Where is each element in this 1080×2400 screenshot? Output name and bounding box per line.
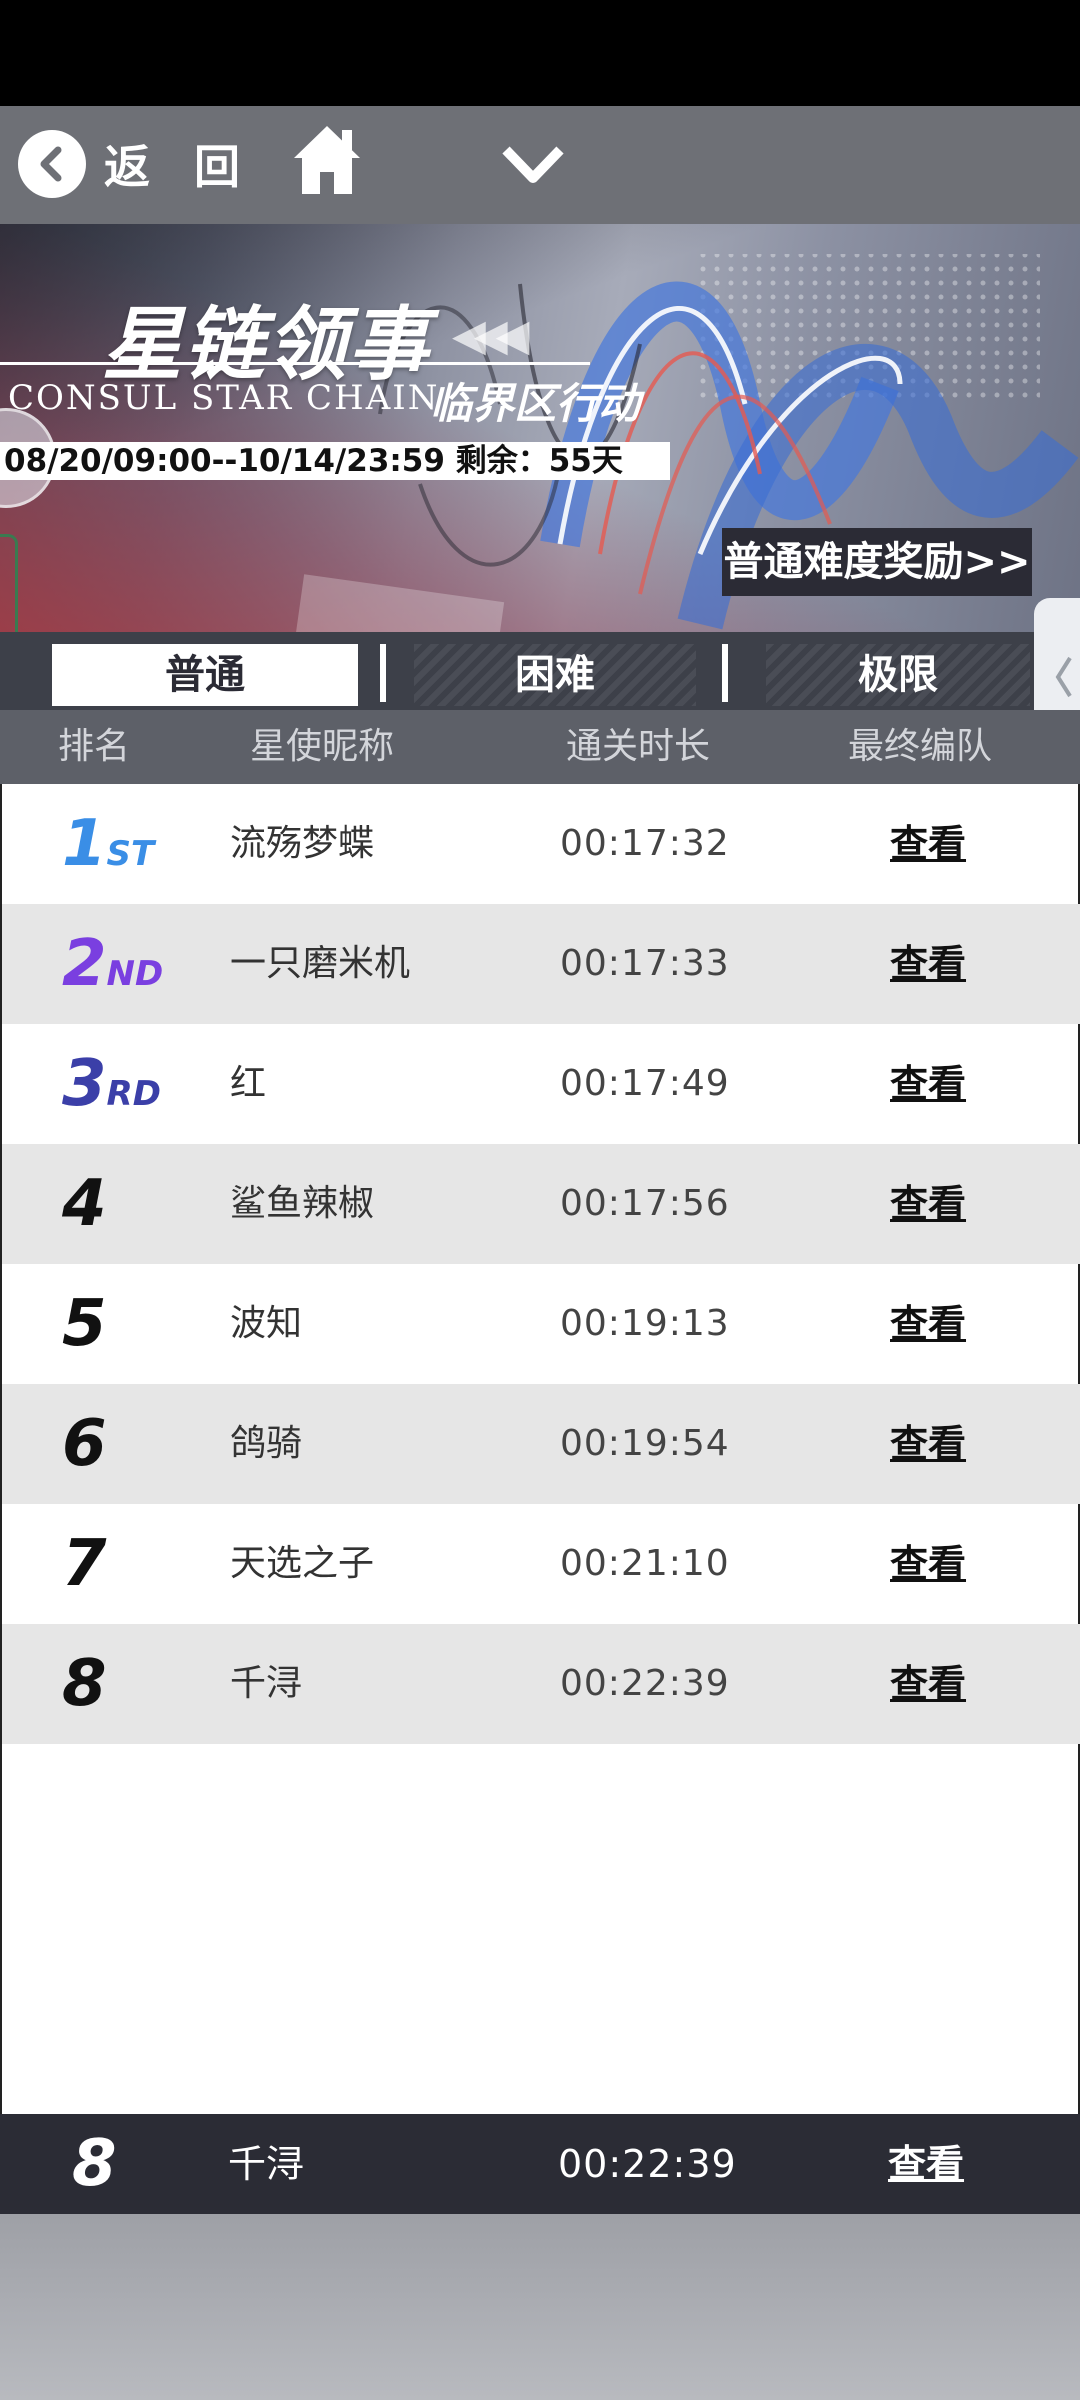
top-navigation-bar: 返 回 [0,106,1080,224]
event-period: 08/20/09:00--10/14/23:59 剩余：55天 [0,442,670,480]
player-nickname: 流殇梦蝶 [230,823,375,864]
chevron-left-icon [1055,656,1072,698]
player-nickname: 一只磨米机 [230,943,411,984]
rank-label: 6 [62,1407,107,1481]
tab-divider [722,644,728,702]
view-team-button[interactable]: 查看 [890,1384,966,1504]
table-row: 8 千浔 00:22:39 查看 [2,1624,1080,1744]
clear-time: 00:19:13 [560,1303,730,1344]
table-row: 5 波知 00:19:13 查看 [2,1264,1080,1384]
view-team-button[interactable]: 查看 [890,904,966,1024]
leaderboard-list[interactable]: 1 ST 流殇梦蝶 00:17:32 查看 2 ND 一只磨米机 00:17:33 查看 3 RD 红 0… [0,784,1080,2114]
view-team-button[interactable]: 查看 [890,1144,966,1264]
player-nickname: 波知 [230,1303,303,1344]
view-team-button[interactable]: 查看 [890,1624,966,1744]
player-nickname: 天选之子 [230,1543,375,1584]
column-rank: 排名 [58,726,131,767]
clear-time: 00:17:56 [560,1183,730,1224]
table-row: 3 RD 红 00:17:49 查看 [2,1024,1080,1144]
chevron-down-icon [502,146,564,183]
tab-limit[interactable]: 极限 [766,644,1030,706]
my-nickname: 千浔 [228,2142,305,2186]
tab-divider [380,644,386,702]
view-team-button[interactable]: 查看 [890,784,966,904]
normal-reward-button[interactable]: 普通难度奖励>> [722,528,1032,596]
player-nickname: 红 [230,1063,267,1104]
event-subtitle: 临界区行动 [430,379,641,428]
view-team-button[interactable]: 查看 [890,1264,966,1384]
rank-label: 4 [62,1167,107,1241]
view-team-button[interactable]: 查看 [890,1504,966,1624]
triple-chevron-left-icon: ◀◀◀ [452,310,529,361]
tab-normal[interactable]: 普通 [52,644,358,706]
tab-hard[interactable]: 困难 [414,644,696,706]
home-button[interactable] [292,120,362,200]
table-row: 2 ND 一只磨米机 00:17:33 查看 [2,904,1080,1024]
rank-label: 3 RD [62,1047,161,1121]
table-row: 7 天选之子 00:21:10 查看 [2,1504,1080,1624]
my-rank-row: 8 千浔 00:22:39 查看 [0,2114,1080,2214]
status-bar [0,0,1080,106]
column-team: 最终编队 [848,726,993,767]
clear-time: 00:22:39 [560,1663,730,1704]
side-tab-handle[interactable] [0,534,18,632]
clear-time: 00:17:32 [560,823,730,864]
view-team-button[interactable]: 查看 [890,1024,966,1144]
dropdown-button[interactable] [498,136,568,196]
player-nickname: 鲨鱼辣椒 [230,1183,375,1224]
table-row: 1 ST 流殇梦蝶 00:17:32 查看 [2,784,1080,904]
home-icon [294,126,360,194]
my-rank: 8 [72,2127,117,2201]
rank-label: 7 [62,1527,107,1601]
my-view-team-button[interactable]: 查看 [888,2114,964,2214]
rank-label: 8 [62,1647,107,1721]
rank-label: 1 ST [62,807,155,881]
title-underline [0,362,590,365]
difficulty-tabs: 普通 困难 极限 [0,632,1080,710]
rank-label: 2 ND [62,927,164,1001]
clear-time: 00:17:33 [560,943,730,984]
player-nickname: 千浔 [230,1663,303,1704]
background-overlay [0,2214,1080,2400]
event-title-en: CONSUL STAR CHAIN [8,378,440,418]
player-nickname: 鸽骑 [230,1423,303,1464]
table-row: 6 鸽骑 00:19:54 查看 [2,1384,1080,1504]
clear-time: 00:21:10 [560,1543,730,1584]
clear-time: 00:19:54 [560,1423,730,1464]
back-label: 返 回 [104,140,255,194]
column-time: 通关时长 [566,726,711,767]
column-name: 星使昵称 [250,726,395,767]
clear-time: 00:17:49 [560,1063,730,1104]
leaderboard-header: 排名 星使昵称 通关时长 最终编队 [0,710,1080,784]
table-row: 4 鲨鱼辣椒 00:17:56 查看 [2,1144,1080,1264]
my-clear-time: 00:22:39 [558,2142,737,2186]
back-arrow-icon [18,130,86,198]
rank-label: 5 [62,1287,107,1361]
back-button[interactable]: 返 回 [18,124,254,204]
